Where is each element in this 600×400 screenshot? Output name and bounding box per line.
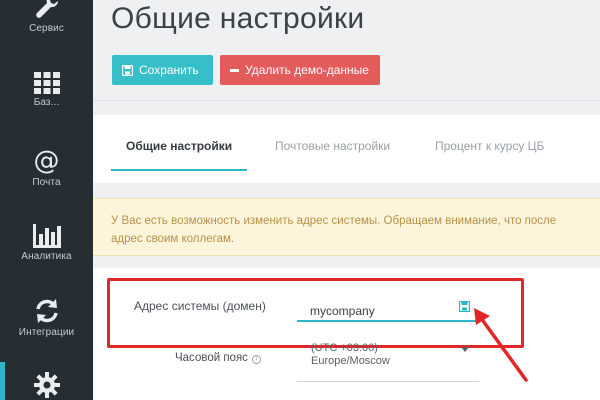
alert-line: У Вас есть возможность изменить адрес си…	[111, 215, 557, 227]
sidebar-item-label: Баз...	[33, 97, 60, 108]
wrench-icon	[35, 0, 58, 18]
timezone-offset: (UTC +03:00)	[311, 342, 378, 354]
sidebar-item-label: Сервис	[29, 23, 64, 34]
sidebar-item-service[interactable]: Сервис	[0, 0, 93, 34]
active-tab-indicator	[111, 169, 247, 171]
timezone-label-text: Часовой пояс	[175, 352, 248, 364]
timezone-zone: Europe/Moscow	[311, 355, 390, 367]
tab-cb-rate-percent[interactable]: Процент к курсу ЦБ	[435, 139, 544, 153]
bar-chart-icon	[32, 224, 61, 248]
minus-icon	[230, 68, 239, 72]
divider	[93, 100, 600, 101]
save-button[interactable]: Сохранить	[112, 55, 213, 85]
tabs: Общие настройки Почтовые настройки Проце…	[93, 115, 600, 183]
at-icon: @	[33, 146, 60, 176]
domain-input[interactable]	[297, 294, 477, 322]
sidebar-item-analytics[interactable]: Аналитика	[0, 224, 93, 262]
delete-demo-data-label: Удалить демо-данные	[245, 63, 369, 77]
sidebar-item-settings[interactable]	[0, 362, 93, 400]
grid-icon	[33, 72, 60, 94]
red-arrow-icon	[474, 308, 528, 382]
sidebar-item-label: Почта	[32, 177, 61, 188]
domain-label: Адрес системы (домен)	[134, 299, 266, 313]
alert-line: адрес своим коллегам.	[111, 233, 235, 245]
info-alert: У Вас есть возможность изменить адрес си…	[93, 198, 600, 256]
gear-icon	[33, 372, 60, 398]
timezone-select[interactable]: (UTC +03:00) Europe/Moscow	[297, 342, 479, 382]
tab-general-settings[interactable]: Общие настройки	[126, 139, 232, 153]
sidebar-item-integrations[interactable]: Интеграции	[0, 298, 93, 338]
sidebar-item-mail[interactable]: @ Почта	[0, 148, 93, 188]
sidebar-item-label: Аналитика	[21, 251, 72, 262]
page-title: Общие настройки	[111, 2, 365, 35]
sidebar-item-label: Интеграции	[18, 327, 75, 338]
info-icon: i	[251, 355, 261, 364]
delete-demo-data-button[interactable]: Удалить демо-данные	[220, 55, 380, 85]
timezone-label: Часовой пояс i	[175, 352, 261, 364]
floppy-icon	[122, 64, 133, 76]
save-button-label: Сохранить	[139, 63, 199, 77]
sidebar-item-bases[interactable]: Баз...	[0, 72, 93, 108]
sync-icon	[35, 299, 58, 323]
sidebar: Сервис Баз... @ Почта Аналитика Интеграц…	[0, 0, 93, 400]
tab-mail-settings[interactable]: Почтовые настройки	[275, 139, 390, 153]
